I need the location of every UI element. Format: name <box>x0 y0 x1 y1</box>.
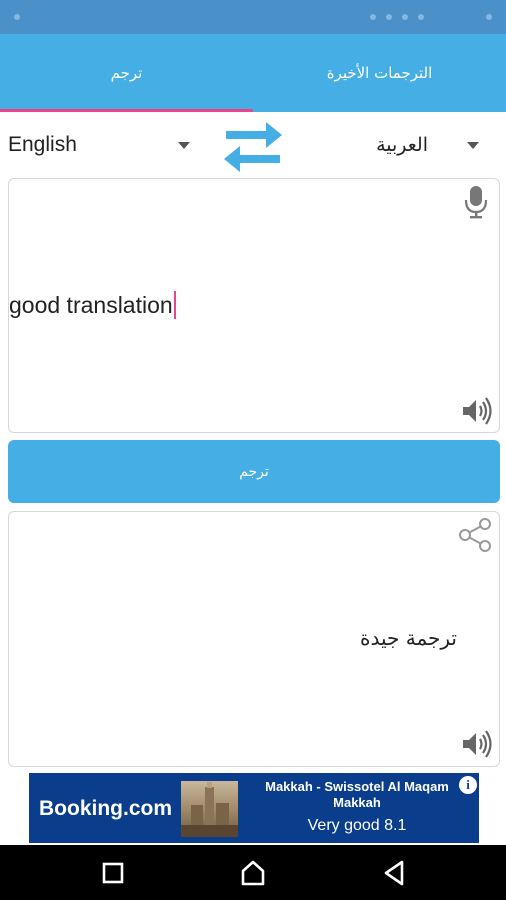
status-dot <box>402 14 408 20</box>
ad-info-icon[interactable]: i <box>459 776 477 794</box>
source-text-value: good translation <box>9 291 173 318</box>
microphone-icon[interactable] <box>463 185 489 219</box>
navigation-bar <box>0 845 506 900</box>
square-icon[interactable] <box>97 857 129 889</box>
status-dot <box>418 14 424 20</box>
ad-brand-suffix: .com <box>123 797 173 820</box>
status-bar <box>0 0 506 34</box>
speaker-icon[interactable] <box>461 730 493 758</box>
source-language-value: English <box>8 133 77 156</box>
translate-button[interactable]: ترجم <box>8 440 500 503</box>
ad-brand-logo: Booking.com <box>39 797 172 821</box>
tab-bar: ترجم الترجمات الأخيرة <box>0 34 506 112</box>
swap-arrows-icon <box>224 122 282 172</box>
ad-title: Makkah - Swissotel Al Maqam Makkah <box>249 779 465 811</box>
speaker-icon[interactable] <box>461 397 493 425</box>
status-dot <box>14 14 20 20</box>
ad-banner[interactable]: Booking.com Makkah - Swissotel Al Maqam … <box>29 773 479 843</box>
text-cursor <box>173 291 176 319</box>
share-icon[interactable] <box>457 516 493 554</box>
swap-languages-button[interactable] <box>222 118 284 176</box>
status-dot <box>486 14 492 20</box>
target-language-select[interactable]: العربية <box>300 126 490 164</box>
translated-text: ترجمة جيدة <box>360 626 457 650</box>
tab-recent-translations-label: الترجمات الأخيرة <box>326 64 433 82</box>
translate-button-label: ترجم <box>239 463 269 480</box>
status-dot <box>386 14 392 20</box>
target-language-value: العربية <box>376 134 428 156</box>
home-icon[interactable] <box>237 857 269 889</box>
tab-recent-translations[interactable]: الترجمات الأخيرة <box>253 34 506 112</box>
input-card: good translation <box>8 178 500 433</box>
output-card: ترجمة جيدة <box>8 511 500 767</box>
tab-translate[interactable]: ترجم <box>0 34 253 112</box>
back-triangle-icon[interactable] <box>378 857 410 889</box>
status-dot <box>370 14 376 20</box>
chevron-down-icon <box>178 142 190 149</box>
chevron-down-icon <box>467 142 479 149</box>
ad-brand-name: Booking <box>39 797 123 820</box>
ad-rating: Very good 8.1 <box>307 817 407 834</box>
ad-title-line1: Makkah - Swissotel Al Maqam <box>265 779 449 794</box>
source-language-select[interactable]: English <box>8 126 198 164</box>
ad-title-line2: Makkah <box>333 795 381 810</box>
source-text-input[interactable]: good translation <box>9 291 176 319</box>
ad-hotel-photo <box>181 781 238 837</box>
tab-translate-label: ترجم <box>110 64 143 82</box>
